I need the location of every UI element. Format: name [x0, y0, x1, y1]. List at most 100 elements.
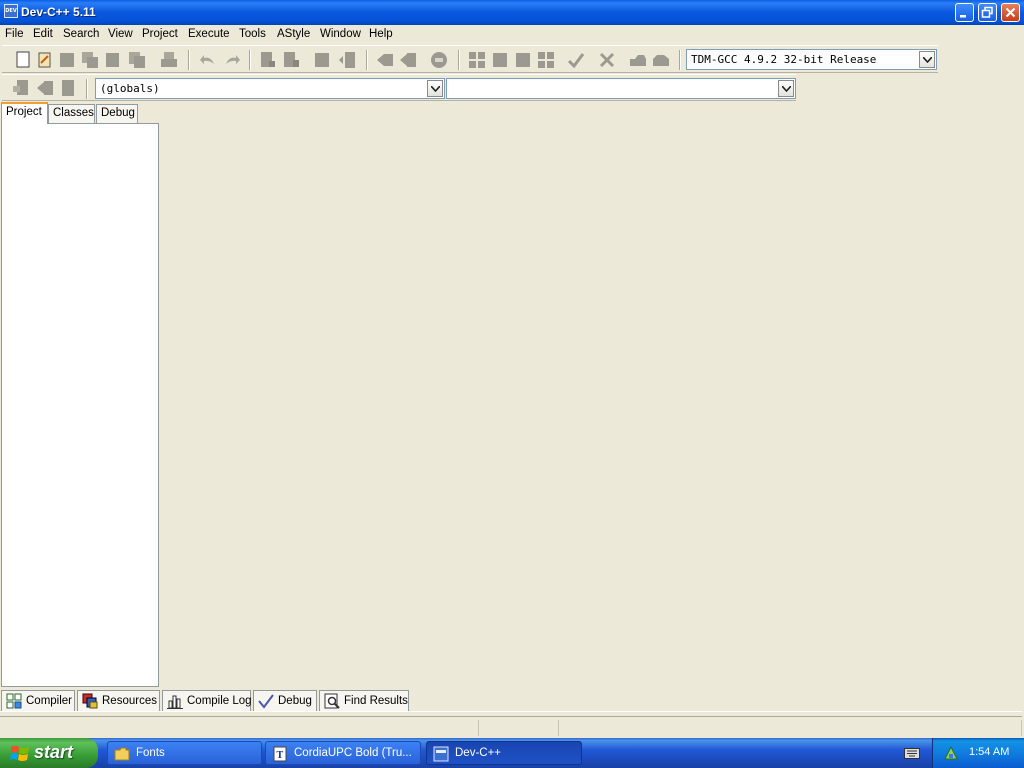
menu-bar: File Edit Search View Project Execute To… [0, 25, 1024, 45]
taskbar-item-label: CordiaUPC Bold (Tru... [294, 747, 412, 759]
bottom-tab-label: Compiler [26, 695, 73, 707]
tab-classes[interactable]: Classes [48, 104, 95, 123]
indent-icon[interactable] [376, 51, 394, 69]
rebuild-all-icon[interactable] [537, 51, 555, 69]
status-cell-position [0, 720, 479, 736]
toolbar-separator [86, 79, 88, 99]
bottom-tab-debug[interactable]: Debug [253, 690, 317, 712]
compiler-dropdown-button[interactable] [919, 51, 935, 68]
new-file-icon[interactable] [14, 51, 32, 69]
restore-button[interactable] [978, 3, 997, 22]
minimize-button[interactable] [955, 3, 974, 22]
scope-select-value: (globals) [100, 82, 160, 95]
status-cell-info [560, 720, 1022, 736]
clock[interactable]: 1:54 AM [969, 746, 1009, 758]
undo-icon[interactable] [199, 51, 217, 69]
toolbar-separator [458, 50, 460, 70]
chevron-down-icon [923, 57, 932, 63]
taskbar-item-cordiaupc[interactable]: T CordiaUPC Bold (Tru... [265, 741, 421, 765]
start-button[interactable]: start [0, 738, 98, 768]
taskbar-item-devcpp[interactable]: Dev-C++ [426, 741, 582, 765]
window-title: Dev-C++ 5.11 [21, 5, 96, 19]
keyboard-icon[interactable] [904, 746, 920, 760]
menu-edit[interactable]: Edit [33, 28, 53, 40]
toggle-comment-icon[interactable] [430, 51, 448, 69]
find-next-icon[interactable] [314, 51, 332, 69]
panel-splitter[interactable] [0, 711, 1022, 717]
folder-icon [114, 747, 130, 761]
delete-profile-icon[interactable] [652, 51, 670, 69]
menu-search[interactable]: Search [63, 28, 99, 40]
taskbar: start Fonts T CordiaUPC Bold (Tru... Dev… [0, 738, 1024, 768]
menu-execute[interactable]: Execute [188, 28, 230, 40]
bar-chart-icon [167, 695, 183, 709]
compiler-grid-icon [6, 693, 22, 709]
class-browser-toolbar: (globals) [2, 74, 796, 101]
unindent-icon[interactable] [399, 51, 417, 69]
run-icon[interactable] [491, 51, 509, 69]
save-all-icon[interactable] [81, 51, 99, 69]
add-to-project-icon[interactable] [36, 79, 54, 97]
bottom-tab-label: Compile Log [187, 695, 252, 707]
compile-run-icon[interactable] [514, 51, 532, 69]
profile-icon[interactable] [629, 51, 647, 69]
scope-select[interactable]: (globals) [95, 78, 445, 99]
replace-icon[interactable] [282, 51, 300, 69]
restore-icon [981, 6, 993, 18]
menu-astyle[interactable]: AStyle [277, 28, 310, 40]
remove-from-project-icon[interactable] [59, 79, 77, 97]
bottom-tab-compiler[interactable]: Compiler [1, 690, 75, 712]
close-file-icon[interactable] [104, 51, 122, 69]
member-dropdown-button[interactable] [778, 80, 794, 97]
compile-icon[interactable] [468, 51, 486, 69]
status-bar [0, 719, 1024, 738]
title-bar: DEV Dev-C++ 5.11 [0, 0, 1024, 25]
tab-project[interactable]: Project [1, 102, 48, 124]
find-icon [324, 693, 340, 709]
main-toolbar: TDM-GCC 4.9.2 32-bit Release [2, 45, 938, 73]
stop-execution-icon[interactable] [598, 51, 616, 69]
menu-project[interactable]: Project [142, 28, 178, 40]
bottom-tab-compile-log[interactable]: Compile Log [162, 690, 252, 712]
menu-file[interactable]: File [5, 28, 24, 40]
status-cell-mode [480, 720, 559, 736]
svg-text:T: T [277, 751, 284, 761]
close-all-icon[interactable] [128, 51, 146, 69]
bottom-tab-resources[interactable]: Resources [77, 690, 160, 712]
resources-icon [82, 693, 98, 709]
toolbar-separator [679, 50, 681, 70]
goto-line-icon[interactable] [338, 51, 356, 69]
project-tree-panel[interactable] [1, 123, 159, 687]
font-file-icon: T [273, 746, 287, 762]
taskbar-item-fonts[interactable]: Fonts [107, 741, 262, 765]
menu-view[interactable]: View [108, 28, 133, 40]
taskbar-item-label: Dev-C++ [455, 747, 502, 759]
system-tray: 1:54 AM [932, 738, 1024, 768]
tab-debug[interactable]: Debug [96, 104, 138, 123]
save-icon[interactable] [58, 51, 76, 69]
menu-help[interactable]: Help [369, 28, 393, 40]
print-icon[interactable] [160, 51, 178, 69]
minimize-icon [960, 15, 966, 18]
scope-dropdown-button[interactable] [427, 80, 443, 97]
new-project-icon[interactable] [12, 79, 30, 97]
syntax-check-icon[interactable] [567, 51, 585, 69]
network-icon[interactable] [943, 745, 959, 761]
bottom-tab-label: Find Results [344, 695, 408, 707]
check-icon [258, 694, 274, 709]
open-file-icon[interactable] [36, 51, 54, 69]
bottom-tab-label: Debug [278, 695, 312, 707]
menu-window[interactable]: Window [320, 28, 361, 40]
bottom-tab-label: Resources [102, 695, 157, 707]
bottom-tab-find-results[interactable]: Find Results [319, 690, 409, 712]
start-label: start [34, 742, 74, 762]
devcpp-app-icon: DEV [4, 4, 18, 18]
redo-icon[interactable] [223, 51, 241, 69]
member-select[interactable] [446, 78, 796, 99]
find-icon[interactable] [259, 51, 277, 69]
chevron-down-icon [782, 86, 791, 92]
toolbar-separator [188, 50, 190, 70]
close-button[interactable] [1001, 3, 1020, 22]
menu-tools[interactable]: Tools [239, 28, 266, 40]
compiler-select[interactable]: TDM-GCC 4.9.2 32-bit Release [686, 49, 937, 70]
